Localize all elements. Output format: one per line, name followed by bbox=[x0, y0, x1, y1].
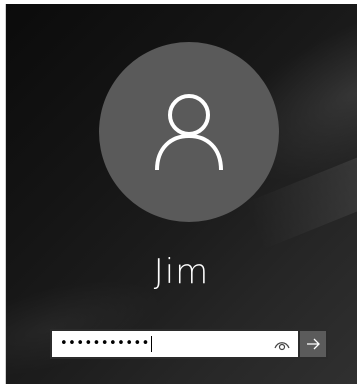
eye-icon[interactable] bbox=[274, 337, 290, 353]
user-silhouette-icon bbox=[155, 94, 223, 171]
arrow-right-icon bbox=[307, 338, 320, 350]
password-row: ••••••••••• bbox=[50, 329, 330, 359]
submit-button[interactable] bbox=[300, 329, 328, 359]
avatar bbox=[99, 42, 279, 222]
user-name: Jim bbox=[153, 252, 210, 292]
password-field[interactable]: ••••••••••• bbox=[50, 329, 300, 359]
password-value: ••••••••••• bbox=[60, 336, 152, 352]
lock-screen: Jim ••••••••••• bbox=[5, 4, 357, 384]
